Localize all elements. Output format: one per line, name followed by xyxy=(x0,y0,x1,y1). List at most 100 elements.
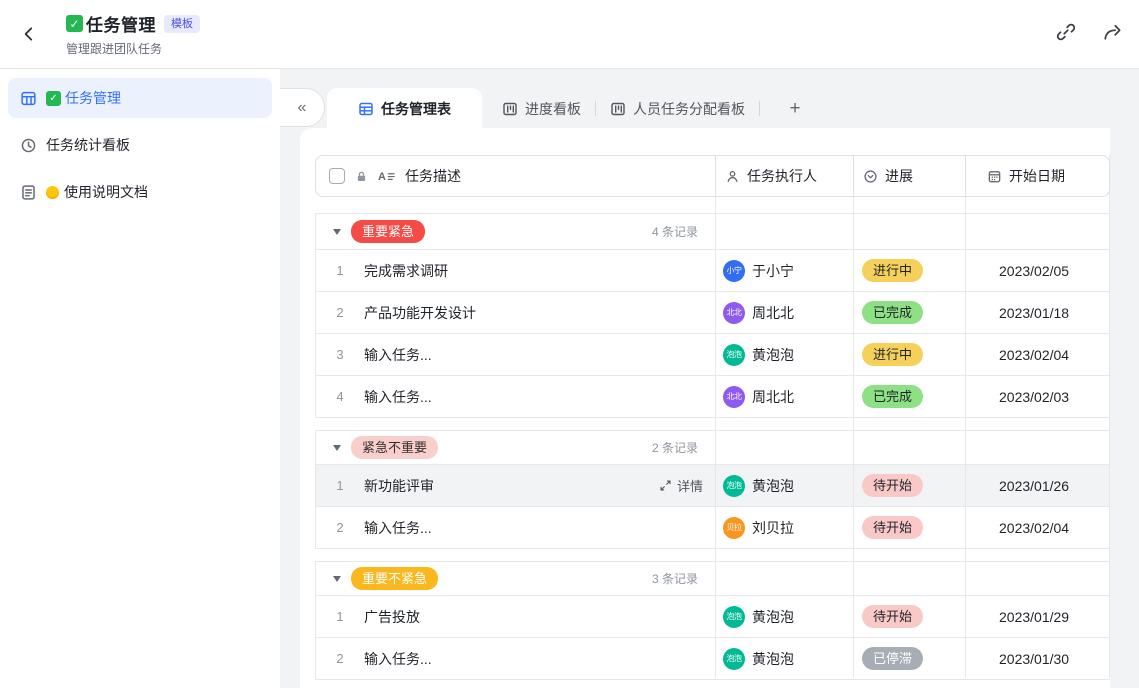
group-header[interactable]: 紧急不重要 2 条记录 xyxy=(316,430,1110,465)
group-important-not-urgent: 重要不紧急 3 条记录 1 广告投放 泡泡 黄泡泡 待开始 xyxy=(315,561,1110,680)
column-label: 开始日期 xyxy=(1009,166,1065,186)
date-cell[interactable]: 2023/01/26 xyxy=(965,465,1109,506)
green-check-icon: ✓ xyxy=(46,91,61,106)
date-value: 2023/01/29 xyxy=(999,609,1069,625)
assignee-name: 周北北 xyxy=(752,303,794,323)
task-cell[interactable]: 2 输入任务... xyxy=(316,638,715,679)
table-row[interactable]: 1 新功能评审 详情 泡 xyxy=(316,465,1110,507)
table-row[interactable]: 4 输入任务... 北北 周北北 已完成 2023/02/03 xyxy=(316,376,1110,418)
status-badge: 待开始 xyxy=(862,605,923,628)
table-right-edge xyxy=(1109,155,1110,678)
tab-progress-board[interactable]: 进度看板 xyxy=(498,99,585,119)
assignee-cell[interactable]: 泡泡 黄泡泡 xyxy=(715,334,853,375)
date-cell[interactable]: 2023/01/29 xyxy=(965,596,1109,637)
date-cell[interactable]: 2023/02/04 xyxy=(965,507,1109,548)
column-divider xyxy=(965,155,966,678)
date-cell[interactable]: 2023/02/05 xyxy=(965,250,1109,291)
select-all-checkbox[interactable] xyxy=(329,168,345,184)
clock-icon xyxy=(20,137,37,154)
sidebar-item-label: 使用说明文档 xyxy=(64,182,148,202)
tab-label: 人员任务分配看板 xyxy=(633,99,745,119)
sidebar: ✓ 任务管理 任务统计看板 使用说明文档 xyxy=(0,69,280,688)
task-cell[interactable]: 1 完成需求调研 xyxy=(316,250,715,291)
sidebar-item-task-stats-board[interactable]: 任务统计看板 xyxy=(8,125,272,165)
task-text: 广告投放 xyxy=(364,607,420,627)
row-index: 1 xyxy=(316,609,364,624)
table-row[interactable]: 2 产品功能开发设计 北北 周北北 已完成 2023/01/18 xyxy=(316,292,1110,334)
progress-cell[interactable]: 待开始 xyxy=(853,507,965,548)
date-cell[interactable]: 2023/02/03 xyxy=(965,376,1109,417)
task-cell[interactable]: 1 广告投放 xyxy=(316,596,715,637)
progress-cell[interactable]: 进行中 xyxy=(853,334,965,375)
copy-link-button[interactable] xyxy=(1055,21,1077,43)
table-row[interactable]: 2 输入任务... 贝拉 刘贝拉 待开始 2023/02/04 xyxy=(316,507,1110,549)
collapse-triangle-icon[interactable] xyxy=(333,445,341,451)
group-record-count: 3 条记录 xyxy=(652,570,698,587)
task-text: 输入任务... xyxy=(364,518,432,538)
status-badge: 进行中 xyxy=(862,343,923,366)
tab-label: 任务管理表 xyxy=(381,99,451,119)
sidebar-item-task-management[interactable]: ✓ 任务管理 xyxy=(8,78,272,118)
assignee-cell[interactable]: 北北 周北北 xyxy=(715,376,853,417)
date-cell[interactable]: 2023/01/18 xyxy=(965,292,1109,333)
progress-cell[interactable]: 待开始 xyxy=(853,596,965,637)
date-cell[interactable]: 2023/02/04 xyxy=(965,334,1109,375)
sidebar-item-usage-doc[interactable]: 使用说明文档 xyxy=(8,172,272,212)
back-button[interactable] xyxy=(16,21,42,47)
header-task-column[interactable]: A 任务描述 xyxy=(316,156,715,196)
sidebar-collapse-button[interactable]: « xyxy=(280,88,325,127)
assignee-cell[interactable]: 泡泡 黄泡泡 xyxy=(715,596,853,637)
detail-button[interactable]: 详情 xyxy=(659,476,703,495)
add-view-button[interactable]: + xyxy=(782,96,808,122)
page-subtitle: 管理跟进团队任务 xyxy=(66,40,200,57)
progress-cell[interactable]: 已完成 xyxy=(853,376,965,417)
table-total-count: 10 条记录 xyxy=(315,680,1110,688)
collapse-triangle-icon[interactable] xyxy=(333,229,341,235)
expand-icon xyxy=(659,479,672,492)
row-index: 2 xyxy=(316,651,364,666)
share-button[interactable] xyxy=(1101,21,1123,43)
group-header[interactable]: 重要不紧急 3 条记录 xyxy=(316,561,1110,596)
table-view-icon xyxy=(358,101,374,117)
date-value: 2023/02/03 xyxy=(999,389,1069,405)
column-label: 任务执行人 xyxy=(747,166,817,186)
title-block: ✓ 任务管理 模板 管理跟进团队任务 xyxy=(66,11,200,57)
task-text: 输入任务... xyxy=(364,387,432,407)
detail-label: 详情 xyxy=(677,476,703,495)
progress-cell[interactable]: 进行中 xyxy=(853,250,965,291)
tab-task-table[interactable]: 任务管理表 xyxy=(327,88,482,129)
task-cell[interactable]: 3 输入任务... xyxy=(316,334,715,375)
task-cell[interactable]: 4 输入任务... xyxy=(316,376,715,417)
assignee-cell[interactable]: 贝拉 刘贝拉 xyxy=(715,507,853,548)
sidebar-item-label: 任务管理 xyxy=(65,88,121,108)
assignee-cell[interactable]: 小宁 于小宁 xyxy=(715,250,853,291)
assignee-name: 刘贝拉 xyxy=(752,518,794,538)
task-cell[interactable]: 2 输入任务... xyxy=(316,507,715,548)
collapse-triangle-icon[interactable] xyxy=(333,576,341,582)
date-cell[interactable]: 2023/01/30 xyxy=(965,638,1109,679)
collapse-chevrons-icon: « xyxy=(298,99,307,117)
table-row[interactable]: 1 完成需求调研 小宁 于小宁 进行中 2023/02/05 xyxy=(316,250,1110,292)
table-row[interactable]: 1 广告投放 泡泡 黄泡泡 待开始 2023/01/29 xyxy=(316,596,1110,638)
assignee-cell[interactable]: 北北 周北北 xyxy=(715,292,853,333)
tab-staff-allocation-board[interactable]: 人员任务分配看板 xyxy=(606,99,749,119)
progress-cell[interactable]: 待开始 xyxy=(853,465,965,506)
task-cell[interactable]: 2 产品功能开发设计 xyxy=(316,292,715,333)
assignee-cell[interactable]: 泡泡 黄泡泡 xyxy=(715,638,853,679)
table-header-row: A 任务描述 xyxy=(315,155,1110,197)
table-row[interactable]: 3 输入任务... 泡泡 黄泡泡 进行中 2023/02/04 xyxy=(316,334,1110,376)
avatar: 小宁 xyxy=(723,260,745,282)
progress-cell[interactable]: 已停滞 xyxy=(853,638,965,679)
table-row[interactable]: 2 输入任务... 泡泡 黄泡泡 已停滞 2023/01/30 xyxy=(316,638,1110,680)
task-text: 新功能评审 xyxy=(364,476,434,496)
group-header[interactable]: 重要紧急 4 条记录 xyxy=(316,213,1110,250)
group-important-urgent: 重要紧急 4 条记录 1 完成需求调研 小宁 于小宁 进行中 xyxy=(315,213,1110,418)
task-text: 完成需求调研 xyxy=(364,261,448,281)
header-assignee-column[interactable]: 任务执行人 xyxy=(715,156,853,196)
task-cell[interactable]: 1 新功能评审 详情 xyxy=(316,465,715,506)
header-start-date-column[interactable]: 开始日期 xyxy=(965,156,1109,196)
assignee-cell[interactable]: 泡泡 黄泡泡 xyxy=(715,465,853,506)
column-divider xyxy=(715,155,716,678)
progress-cell[interactable]: 已完成 xyxy=(853,292,965,333)
header-progress-column[interactable]: 进展 xyxy=(853,156,965,196)
